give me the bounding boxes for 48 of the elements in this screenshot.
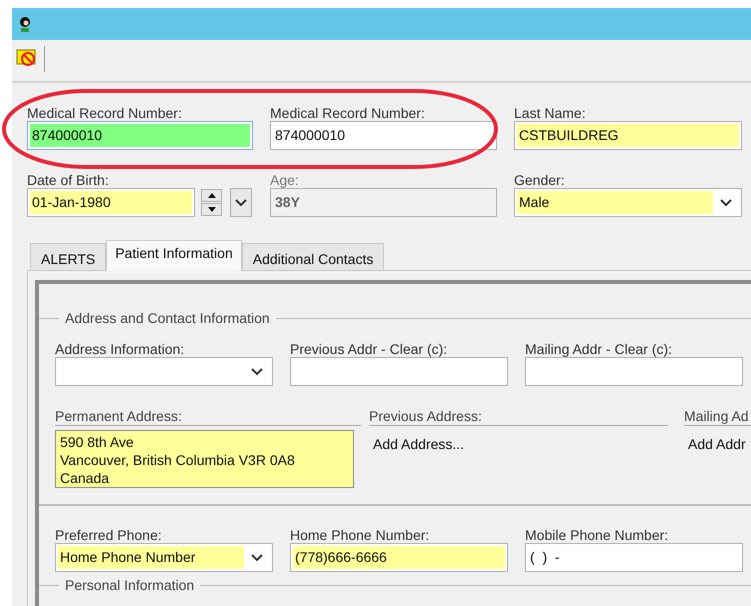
input-field[interactable]: (778)666-6666: [290, 543, 508, 572]
input-field[interactable]: 874000010: [270, 121, 497, 150]
input-field[interactable]: CSTBUILDREG: [514, 121, 742, 150]
chevron-down-icon: [251, 554, 263, 562]
section-label: Mailing Ad: [684, 408, 751, 426]
input-field[interactable]: ( ) -: [525, 543, 743, 572]
dropdown-field[interactable]: Male: [514, 188, 742, 217]
tab[interactable]: Patient Information: [106, 240, 242, 271]
address-box[interactable]: 590 8th Ave Vancouver, British Columbia V3R 0A8 Canada: [55, 430, 354, 488]
group-title: Personal Information: [64, 577, 196, 593]
dropdown-button[interactable]: [230, 188, 252, 217]
section-label: Previous Address:: [369, 408, 668, 426]
input-field[interactable]: 01-Jan-1980: [27, 188, 195, 217]
field-label: Mobile Phone Number:: [525, 527, 670, 543]
field-label: Home Phone Number:: [290, 527, 430, 543]
tab[interactable]: ALERTS: [30, 243, 106, 270]
field-label: Date of Birth:: [27, 172, 110, 188]
triangle-down-icon: [208, 207, 216, 212]
read-only-field: 38Y: [270, 188, 497, 217]
field-label: Medical Record Number:: [270, 105, 426, 121]
field-label: Address Information:: [55, 341, 186, 357]
field-label: Age:: [270, 172, 300, 188]
spin-up-button[interactable]: [201, 189, 222, 202]
dropdown-field[interactable]: Home Phone Number: [55, 543, 273, 572]
input-field[interactable]: 874000010: [27, 121, 253, 150]
address-line: Canada: [60, 469, 110, 487]
input-field[interactable]: [525, 357, 743, 386]
person-icon: [18, 16, 32, 32]
add-address-link[interactable]: Add Address...: [373, 434, 464, 455]
input-field[interactable]: [290, 357, 508, 386]
add-address-link[interactable]: Add Addr: [688, 434, 746, 455]
group-title: Address and Contact Information: [64, 309, 271, 328]
field-label: Medical Record Number:: [27, 105, 183, 121]
address-line: Vancouver, British Columbia V3R 0A8: [60, 451, 296, 469]
chevron-down-icon: [720, 198, 732, 206]
field-label: Preferred Phone:: [55, 527, 163, 543]
dropdown-field[interactable]: [55, 357, 273, 386]
field-label: Gender:: [514, 172, 566, 188]
field-label: Last Name:: [514, 105, 587, 121]
chevron-down-icon: [251, 368, 263, 376]
address-line: 590 8th Ave: [60, 433, 135, 451]
spin-down-button[interactable]: [201, 203, 222, 216]
section-label: Permanent Address:: [55, 408, 361, 426]
chevron-down-icon: [235, 198, 247, 206]
field-label: Previous Addr - Clear (c):: [290, 341, 448, 357]
triangle-up-icon: [208, 193, 216, 198]
field-label: Mailing Addr - Clear (c):: [525, 341, 674, 357]
tab[interactable]: Additional Contacts: [242, 243, 384, 270]
